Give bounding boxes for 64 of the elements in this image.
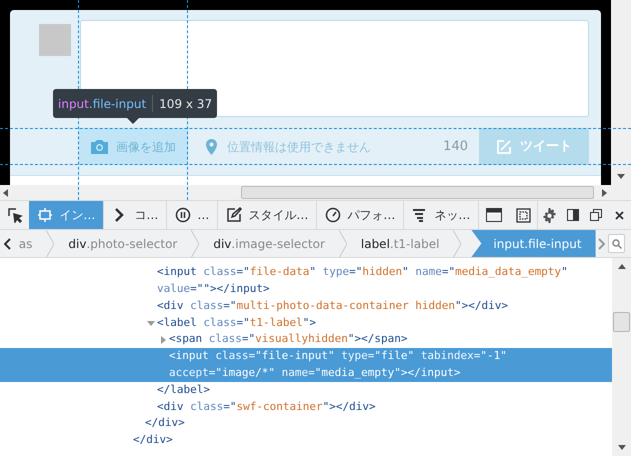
windows-icon	[590, 209, 602, 221]
markup-code: </div>	[145, 415, 185, 432]
markup-code: </div>	[133, 432, 173, 448]
split-panel-icon	[566, 209, 579, 221]
breadcrumb[interactable]: div.photo-selector	[64, 230, 210, 257]
devtools-tab[interactable]: コ…	[104, 201, 168, 229]
markup-code: accept="image/*" name="media_empty"></input>	[169, 364, 460, 381]
location-pin-icon	[206, 138, 217, 154]
markup-code: <div class="swf-container"></div>	[157, 398, 376, 415]
character-counter: 140	[443, 138, 468, 156]
expand-triangle-icon[interactable]	[159, 336, 167, 344]
devtools-tab[interactable]: ネッ…	[404, 201, 480, 229]
separator-chevron-icon	[453, 230, 462, 258]
devtools-tab[interactable]: パフォ…	[317, 201, 404, 229]
search-field[interactable]	[608, 234, 626, 253]
scroll-left-arrow-icon[interactable]	[3, 188, 8, 196]
camera-icon	[90, 139, 109, 154]
markup-line[interactable]: <input class="file-data" type="hidden" name="media_data_empty"	[0, 264, 612, 281]
terminal-icon	[486, 208, 502, 222]
frame-icon	[516, 208, 531, 222]
gauge-icon	[325, 207, 342, 223]
pause-icon	[175, 207, 192, 223]
chevron-left-icon	[4, 238, 11, 250]
collapse-triangle-icon[interactable]	[147, 318, 155, 327]
devtools-tab[interactable]: …	[167, 201, 218, 229]
vertical-scrollbar[interactable]	[612, 258, 631, 456]
markup-line[interactable]: <label class="t1-label">	[0, 314, 612, 332]
horizontal-scrollbar[interactable]	[0, 185, 631, 200]
pencil-icon	[226, 207, 242, 223]
markup-code: value=""></input>	[157, 280, 270, 297]
markup-code: <input class="file-input" type="file" tabindex="-1"	[169, 348, 507, 364]
search-icon	[612, 238, 622, 248]
breadcrumb[interactable]: div.image-selector	[209, 230, 357, 257]
breadcrumb[interactable]: label.t1-label	[356, 230, 472, 257]
scroll-right-arrow-icon[interactable]	[602, 188, 607, 196]
tooltip-size: 109 x 37	[159, 96, 212, 112]
markup-line[interactable]: value=""></input>	[0, 280, 612, 298]
tooltip-selector: input.file-input	[58, 96, 146, 112]
markup-code: <input class="file-data" type="hidden" name="media_data_empty"	[157, 264, 568, 280]
avatar-placeholder	[39, 24, 71, 56]
close-icon	[614, 210, 624, 220]
scroll-up-arrow-icon[interactable]	[618, 264, 626, 269]
scrollbar-thumb[interactable]	[241, 186, 594, 199]
markup-line[interactable]: <span class="visuallyhidden"></span>	[0, 331, 612, 348]
location-status: 位置情報は使用できません	[227, 138, 371, 156]
markup-code: </label>	[157, 382, 210, 398]
separator-chevron-icon	[191, 230, 200, 258]
cursor-icon	[6, 207, 23, 223]
separator-chevron-icon	[338, 230, 347, 258]
devtools-tab[interactable]: スタイル…	[218, 201, 318, 229]
compose-icon	[496, 138, 512, 154]
markup-code: <span class="visuallyhidden"></span>	[169, 331, 408, 348]
box-icon	[37, 207, 54, 223]
settings-icon	[542, 208, 558, 222]
markup-line[interactable]: <div class="swf-container"></div>	[0, 398, 612, 416]
scroll-down-arrow-icon[interactable]	[617, 174, 625, 179]
scroll-down-arrow-icon[interactable]	[618, 445, 626, 450]
chevron-right-icon	[598, 238, 606, 250]
separator-chevron-icon	[46, 230, 54, 258]
vertical-scrollbar[interactable]	[611, 0, 631, 185]
scrollbar-thumb[interactable]	[613, 312, 630, 332]
markup-line[interactable]: <div class="multi-photo-data-container hidden"></div>	[0, 298, 612, 314]
markup-code: <label class="t1-label">	[157, 314, 316, 331]
markup-code: <div class="multi-photo-data-container hidden"></div>	[157, 298, 508, 314]
